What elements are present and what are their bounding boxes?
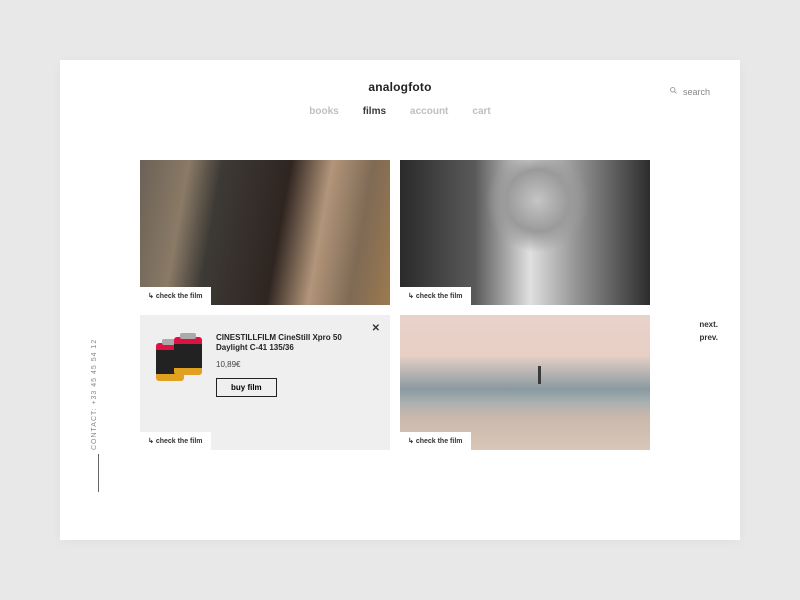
product-info: CINESTILLFILM CineStill Xpro 50 Daylight… bbox=[216, 333, 374, 397]
check-film-link[interactable]: check the film bbox=[400, 287, 471, 305]
pager-next[interactable]: next. bbox=[699, 320, 718, 329]
film-card-1[interactable]: check the film bbox=[140, 160, 390, 305]
nav-books[interactable]: books bbox=[309, 106, 338, 117]
contact-text: CONTACT: +33 45 45 54 12 bbox=[91, 339, 98, 450]
search-label: search bbox=[683, 87, 710, 97]
film-card-4[interactable]: check the film bbox=[400, 315, 650, 450]
nav-films[interactable]: films bbox=[363, 106, 386, 117]
film-card-3-expanded: ✕ CINESTILLFILM CineStill Xpro 50 Daylig… bbox=[140, 315, 390, 450]
search-button[interactable]: search bbox=[669, 86, 710, 97]
product-name: CINESTILLFILM CineStill Xpro 50 Daylight… bbox=[216, 333, 374, 354]
nav-cart[interactable]: cart bbox=[472, 106, 490, 117]
search-icon bbox=[669, 86, 678, 97]
check-film-link[interactable]: check the film bbox=[400, 432, 471, 450]
product-price: 10,89€ bbox=[216, 360, 374, 369]
buy-button[interactable]: buy film bbox=[216, 378, 277, 397]
product-grid: check the film check the film ✕ CINESTIL… bbox=[140, 160, 650, 450]
page: analogfoto books films account cart sear… bbox=[60, 60, 740, 540]
header: analogfoto books films account cart bbox=[60, 60, 740, 117]
nav-account[interactable]: account bbox=[410, 106, 448, 117]
product-image bbox=[156, 333, 204, 389]
close-icon[interactable]: ✕ bbox=[372, 323, 380, 334]
film-card-2[interactable]: check the film bbox=[400, 160, 650, 305]
check-film-link[interactable]: check the film bbox=[140, 287, 211, 305]
brand-logo[interactable]: analogfoto bbox=[60, 80, 740, 94]
nav: books films account cart bbox=[60, 106, 740, 117]
pager-prev[interactable]: prev. bbox=[699, 333, 718, 342]
product-panel: CINESTILLFILM CineStill Xpro 50 Daylight… bbox=[140, 315, 390, 407]
check-film-link[interactable]: check the film bbox=[140, 432, 211, 450]
contact-divider bbox=[98, 454, 99, 492]
pager: next. prev. bbox=[699, 320, 718, 346]
